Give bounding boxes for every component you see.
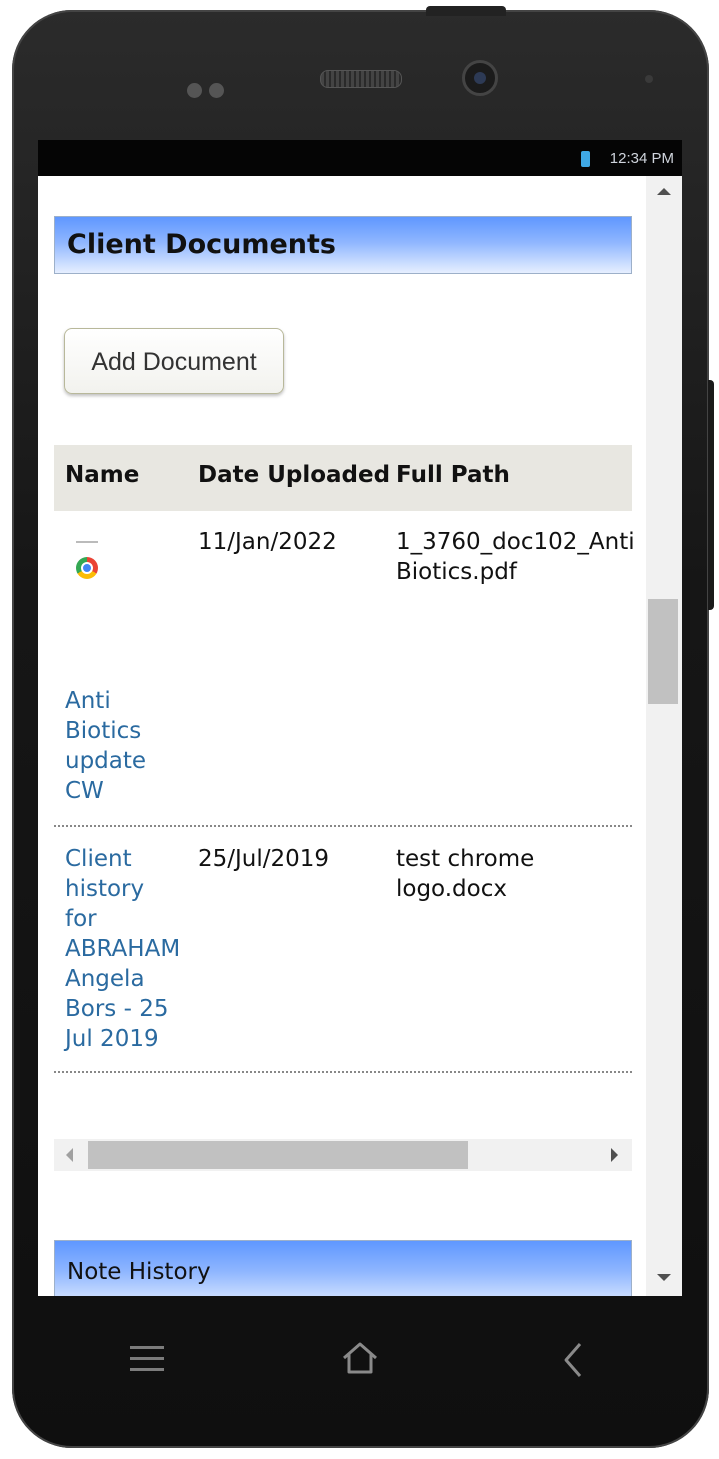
document-name-link[interactable]: Anti Biotics update CW [65, 686, 146, 806]
status-time: 12:34 PM [609, 150, 674, 167]
name-line[interactable]: Angela [65, 964, 180, 994]
column-header-name[interactable]: Name [65, 462, 139, 488]
app-screen: Client Documents Add Document Name Date … [38, 176, 682, 1296]
android-nav-bar [38, 1296, 682, 1436]
horizontal-scrollbar[interactable] [54, 1139, 632, 1171]
name-line[interactable]: Client [65, 844, 180, 874]
name-line[interactable]: for [65, 904, 180, 934]
thumbnail-caption-line [76, 541, 98, 543]
power-button [426, 6, 506, 16]
menu-icon[interactable] [130, 1342, 164, 1376]
horizontal-scroll-thumb[interactable] [88, 1141, 468, 1169]
scroll-right-icon[interactable] [611, 1148, 618, 1162]
column-header-path[interactable]: Full Path [396, 462, 510, 488]
date-uploaded: 11/Jan/2022 [198, 529, 337, 555]
path-line: test chrome [396, 846, 535, 872]
section-title: Client Documents [67, 229, 336, 260]
table-row: Client history for ABRAHAM Angela Bors -… [54, 827, 632, 1073]
table-header-row: Name Date Uploaded Full Path [54, 445, 632, 511]
scroll-down-icon[interactable] [657, 1274, 671, 1281]
scroll-up-icon[interactable] [657, 188, 671, 195]
name-line[interactable]: ABRAHAM [65, 934, 180, 964]
path-line: 1_3760_doc102_Anti [396, 529, 635, 555]
name-line[interactable]: CW [65, 776, 146, 806]
note-history-header: Note History [54, 1240, 632, 1296]
home-icon[interactable] [340, 1340, 380, 1376]
document-thumbnail[interactable] [74, 541, 98, 581]
page-content: Client Documents Add Document Name Date … [54, 176, 635, 1296]
name-line[interactable]: Bors - 25 [65, 994, 180, 1024]
add-document-button[interactable]: Add Document [64, 328, 284, 394]
battery-icon [581, 151, 590, 167]
back-icon[interactable] [558, 1340, 588, 1380]
full-path: 1_3760_doc102_Anti Biotics.pdf [396, 527, 635, 587]
name-line[interactable]: history [65, 874, 180, 904]
path-line: Biotics.pdf [396, 559, 517, 585]
front-camera-icon [462, 60, 498, 96]
table-row: Anti Biotics update CW 11/Jan/2022 1_376… [54, 511, 635, 827]
name-line[interactable]: Jul 2019 [65, 1024, 180, 1054]
scroll-left-icon[interactable] [66, 1148, 73, 1162]
client-documents-header: Client Documents [54, 216, 632, 274]
status-bar: 12:34 PM [38, 140, 682, 176]
path-line: logo.docx [396, 876, 507, 902]
proximity-sensor [645, 75, 653, 83]
vertical-scroll-thumb[interactable] [648, 599, 678, 704]
full-path: test chrome logo.docx [396, 844, 534, 904]
front-sensors [187, 83, 231, 99]
volume-button [708, 380, 714, 610]
note-history-title: Note History [67, 1259, 211, 1285]
chrome-icon [76, 557, 98, 579]
name-line[interactable]: update [65, 746, 146, 776]
vertical-scrollbar[interactable] [646, 176, 682, 1296]
name-line[interactable]: Anti [65, 686, 146, 716]
column-header-date[interactable]: Date Uploaded [198, 462, 390, 488]
name-line[interactable]: Biotics [65, 716, 146, 746]
earpiece-speaker [320, 70, 402, 88]
date-uploaded: 25/Jul/2019 [198, 846, 330, 872]
document-name-link[interactable]: Client history for ABRAHAM Angela Bors -… [65, 844, 180, 1054]
